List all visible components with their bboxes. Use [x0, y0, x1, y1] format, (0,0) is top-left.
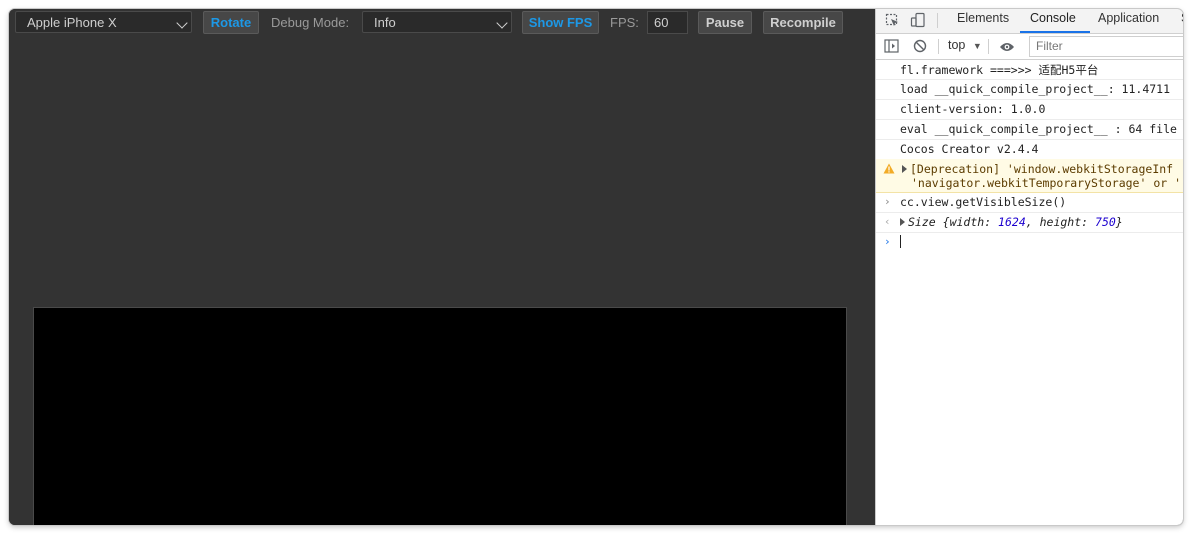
- context-select[interactable]: top ▼: [948, 38, 982, 52]
- devtools-tab-bar: Elements Console Application S: [876, 9, 1183, 34]
- inspect-element-icon[interactable]: [885, 13, 900, 33]
- clear-console-icon[interactable]: [913, 39, 927, 58]
- tab-elements[interactable]: Elements: [957, 11, 1009, 25]
- eye-icon[interactable]: [999, 40, 1015, 58]
- warning-icon: [883, 163, 895, 177]
- fps-label: FPS:: [610, 15, 639, 30]
- tab-sources[interactable]: S: [1181, 11, 1183, 25]
- console-warning-line[interactable]: [Deprecation] 'window.webkitStorageInf '…: [876, 159, 1183, 193]
- result-height-key: height: [1039, 215, 1082, 229]
- console-log-line: Cocos Creator v2.4.4: [876, 139, 1183, 160]
- tab-application[interactable]: Application: [1098, 11, 1159, 25]
- chevron-down-icon: [176, 17, 188, 29]
- preview-toolbar: Apple iPhone X Rotate Debug Mode: Info S…: [9, 9, 875, 37]
- filter-input[interactable]: Filter: [1029, 36, 1183, 57]
- device-select-value: Apple iPhone X: [27, 15, 117, 30]
- console-log-line: fl.framework ===>>> 适配H5平台: [876, 59, 1183, 80]
- result-object: Size {width: 1624, height: 750}: [900, 215, 1123, 229]
- warning-text-1: [Deprecation] 'window.webkitStorageInf: [910, 162, 1174, 176]
- result-width-value: 1624: [998, 215, 1026, 229]
- sidebar-toggle-icon[interactable]: [884, 39, 899, 58]
- console-toolbar: top ▼ Filter: [876, 34, 1183, 60]
- divider: [937, 13, 938, 28]
- game-canvas[interactable]: [33, 307, 847, 525]
- result-width-key: width: [949, 215, 985, 229]
- result-arrow-icon: ‹: [884, 215, 891, 228]
- log-text: eval __quick_compile_project__ : 64 file: [900, 122, 1177, 136]
- console-log-line: load __quick_compile_project__: 11.4711: [876, 79, 1183, 100]
- prompt-icon: ›: [884, 235, 891, 248]
- recompile-button[interactable]: Recompile: [763, 11, 843, 34]
- device-select[interactable]: Apple iPhone X: [15, 11, 192, 33]
- expand-caret-icon[interactable]: [900, 218, 905, 226]
- context-select-value: top: [948, 38, 966, 52]
- tab-console[interactable]: Console: [1030, 11, 1076, 25]
- warning-text-2: 'navigator.webkitTemporaryStorage' or ': [911, 176, 1182, 190]
- debug-mode-label: Debug Mode:: [271, 15, 350, 30]
- expand-caret-icon[interactable]: [902, 165, 907, 173]
- console-log-line: eval __quick_compile_project__ : 64 file: [876, 119, 1183, 140]
- console-input[interactable]: [900, 235, 901, 249]
- console-prompt-line[interactable]: ›: [876, 232, 1183, 252]
- game-preview-panel: Apple iPhone X Rotate Debug Mode: Info S…: [9, 9, 875, 525]
- text-cursor: [900, 235, 901, 248]
- log-text: load __quick_compile_project__: 11.4711: [900, 82, 1171, 96]
- command-text: cc.view.getVisibleSize(): [900, 195, 1067, 209]
- chevron-down-icon: [496, 17, 508, 29]
- console-output: fl.framework ===>>> 适配H5平台 load __quick_…: [876, 59, 1183, 525]
- result-height-value: 750: [1095, 215, 1116, 229]
- active-tab-indicator: [1020, 31, 1090, 33]
- show-fps-button[interactable]: Show FPS: [522, 11, 599, 34]
- console-log-line: client-version: 1.0.0: [876, 99, 1183, 120]
- device-toolbar-icon[interactable]: [910, 12, 926, 33]
- fps-input[interactable]: 60: [647, 11, 688, 34]
- input-prompt-icon: ›: [884, 195, 891, 208]
- log-text: Cocos Creator v2.4.4: [900, 142, 1039, 156]
- pause-button[interactable]: Pause: [698, 11, 752, 34]
- divider: [938, 39, 939, 54]
- log-text: fl.framework ===>>> 适配H5平台: [900, 63, 1099, 77]
- console-input-line: › cc.view.getVisibleSize(): [876, 192, 1183, 213]
- debug-mode-value: Info: [374, 15, 396, 30]
- rotate-button[interactable]: Rotate: [203, 11, 259, 34]
- devtools-panel: Elements Console Application S: [875, 9, 1183, 525]
- console-result-line[interactable]: ‹ Size {width: 1624, height: 750}: [876, 212, 1183, 233]
- divider: [988, 39, 989, 54]
- chevron-down-icon: ▼: [972, 41, 982, 51]
- debug-mode-select[interactable]: Info: [362, 11, 512, 33]
- simulator-window: Apple iPhone X Rotate Debug Mode: Info S…: [9, 9, 1183, 525]
- log-text: client-version: 1.0.0: [900, 102, 1046, 116]
- result-type: Size: [908, 215, 936, 229]
